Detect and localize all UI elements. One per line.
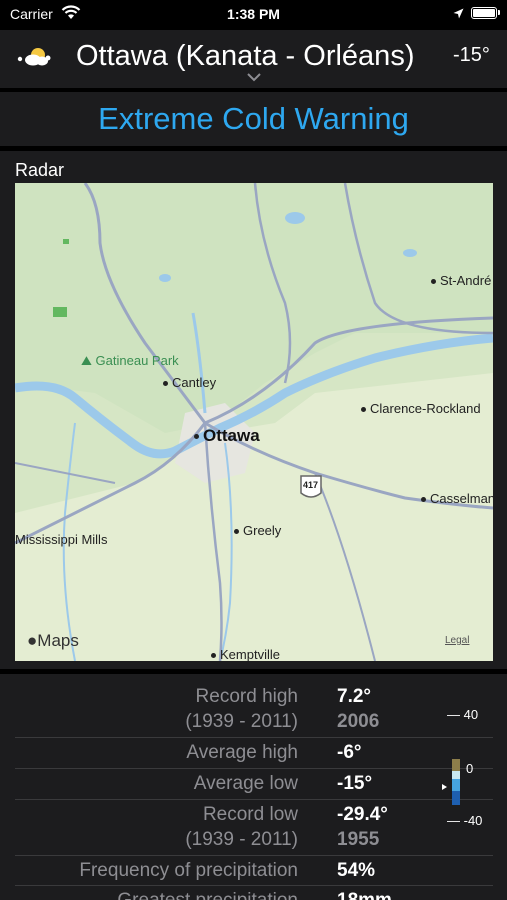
record-low-year: 1955 <box>337 829 380 850</box>
radar-map[interactable]: Ottawa ⛰ Gatineau Park Cantley St-André … <box>15 183 493 661</box>
battery-tip <box>498 10 500 15</box>
map-label-ottawa: Ottawa <box>194 426 260 446</box>
alert-banner[interactable]: Extreme Cold Warning <box>0 92 507 146</box>
average-high-label: Average high <box>186 742 298 763</box>
record-low-period: (1939 - 2011) <box>185 829 298 850</box>
climate-stats: Record high (1939 - 2011) 7.2° 2006 Aver… <box>0 674 507 900</box>
sun-cloud-snow-icon <box>17 48 51 66</box>
battery-icon <box>471 7 497 19</box>
greatest-precip-label: Greatest precipitation <box>117 890 298 900</box>
precip-frequency-value: 54% <box>337 860 376 881</box>
stat-row-average-low: Average low -15° <box>15 769 493 800</box>
city-dot <box>211 653 216 659</box>
record-high-label: Record high <box>195 686 298 707</box>
chevron-down-icon[interactable] <box>246 72 262 82</box>
record-low-value: -29.4° <box>337 804 388 825</box>
apple-logo-icon: ● <box>27 631 38 650</box>
radar-panel: Radar Ottawa ⛰ Gatineau Park Cantley St-… <box>0 151 507 669</box>
radar-title: Radar <box>15 160 65 180</box>
precip-frequency-label: Frequency of precipitation <box>79 860 298 881</box>
stat-row-record-low: Record low (1939 - 2011) -29.4° 1955 <box>15 800 493 856</box>
clock: 1:38 PM <box>227 6 280 22</box>
record-high-year: 2006 <box>337 711 380 732</box>
average-high-value: -6° <box>337 742 362 763</box>
map-label-greely: Greely <box>234 523 281 538</box>
average-low-value: -15° <box>337 773 373 794</box>
scale-tick-40: — 40 <box>447 707 479 722</box>
temperature-scale: — 40 0 — -40 <box>440 700 500 840</box>
city-dot <box>361 407 366 413</box>
map-label-kemptville: Kemptville <box>211 647 280 661</box>
map-label-clarence-rockland: Clarence-Rockland <box>361 401 481 416</box>
map-label-casselman: Casselman <box>421 491 493 506</box>
maps-attribution: ●Maps <box>27 631 79 650</box>
current-temp-marker <box>442 784 447 790</box>
stat-row-average-high: Average high -6° <box>15 738 493 769</box>
alert-text[interactable]: Extreme Cold Warning <box>0 101 507 137</box>
location-arrow-icon <box>453 8 464 19</box>
city-dot <box>421 497 426 503</box>
temperature-range-bar <box>442 759 460 805</box>
record-high-value: 7.2° <box>337 686 372 707</box>
legal-link[interactable]: Legal <box>445 635 469 646</box>
record-high-period: (1939 - 2011) <box>185 711 298 732</box>
city-dot <box>163 381 168 387</box>
map-graphics <box>15 183 493 661</box>
status-bar: Carrier 1:38 PM <box>0 0 507 30</box>
city-dot <box>234 529 239 535</box>
map-label-st-andre: St-André <box>431 273 491 288</box>
map-label-gatineau-park: ⛰ Gatineau Park <box>81 353 179 368</box>
stat-row-greatest-precip: Greatest precipitation 18mm <box>15 886 493 900</box>
highway-417-shield: 417 <box>303 480 319 490</box>
city-title[interactable]: Ottawa (Kanata - Orléans) <box>76 40 414 73</box>
map-label-mississippi-mills: Mississippi Mills <box>15 532 108 547</box>
current-temperature: -15° <box>453 44 490 66</box>
city-dot <box>431 279 436 285</box>
greatest-precip-value: 18mm <box>337 890 392 900</box>
average-low-label: Average low <box>193 773 298 794</box>
city-dot <box>194 434 199 440</box>
record-low-label: Record low <box>202 804 298 825</box>
location-header[interactable]: Ottawa (Kanata - Orléans) -15° <box>0 30 507 88</box>
map-label-cantley: Cantley <box>163 375 216 390</box>
scale-tick-neg40: — -40 <box>447 813 483 828</box>
stat-row-precip-frequency: Frequency of precipitation 54% <box>15 856 493 886</box>
stat-row-record-high: Record high (1939 - 2011) 7.2° 2006 <box>15 682 493 738</box>
